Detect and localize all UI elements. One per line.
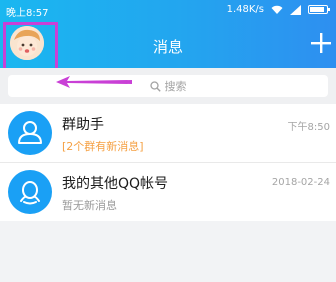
conversation-list: 群助手 [2个群有新消息] 下午8:50 我的其他QQ帐号 暂无新消息 2018… xyxy=(0,104,336,221)
status-time: 晚上8:57 xyxy=(6,8,49,19)
annotation-arrow xyxy=(56,76,132,88)
battery-level xyxy=(310,7,324,12)
search-icon xyxy=(149,80,161,92)
battery-icon xyxy=(308,5,330,14)
search-placeholder: 搜索 xyxy=(164,80,187,93)
list-item-title: 群助手 xyxy=(62,117,104,133)
list-item-time: 2018-02-24 xyxy=(271,177,330,188)
list-item-other-qq-account[interactable]: 我的其他QQ帐号 暂无新消息 2018-02-24 xyxy=(0,162,336,221)
status-indicators: 1.48K/s xyxy=(226,4,330,15)
list-item-subtitle: 暂无新消息 xyxy=(62,199,117,212)
list-item-group-assistant[interactable]: 群助手 [2个群有新消息] 下午8:50 xyxy=(0,104,336,162)
list-item-subtitle: [2个群有新消息] xyxy=(62,140,144,153)
group-assistant-icon xyxy=(8,111,52,155)
status-bar: 晚上8:57 1.48K/s xyxy=(0,0,336,20)
list-item-title: 我的其他QQ帐号 xyxy=(62,176,169,192)
network-speed: 1.48K/s xyxy=(226,4,264,15)
wifi-icon xyxy=(271,5,283,14)
add-icon[interactable] xyxy=(310,32,332,54)
signal-icon xyxy=(290,4,301,15)
avatar-highlight-box xyxy=(3,22,58,72)
list-item-time: 下午8:50 xyxy=(287,122,330,133)
search-area: 搜索 xyxy=(0,68,336,104)
other-qq-account-icon xyxy=(8,170,52,214)
